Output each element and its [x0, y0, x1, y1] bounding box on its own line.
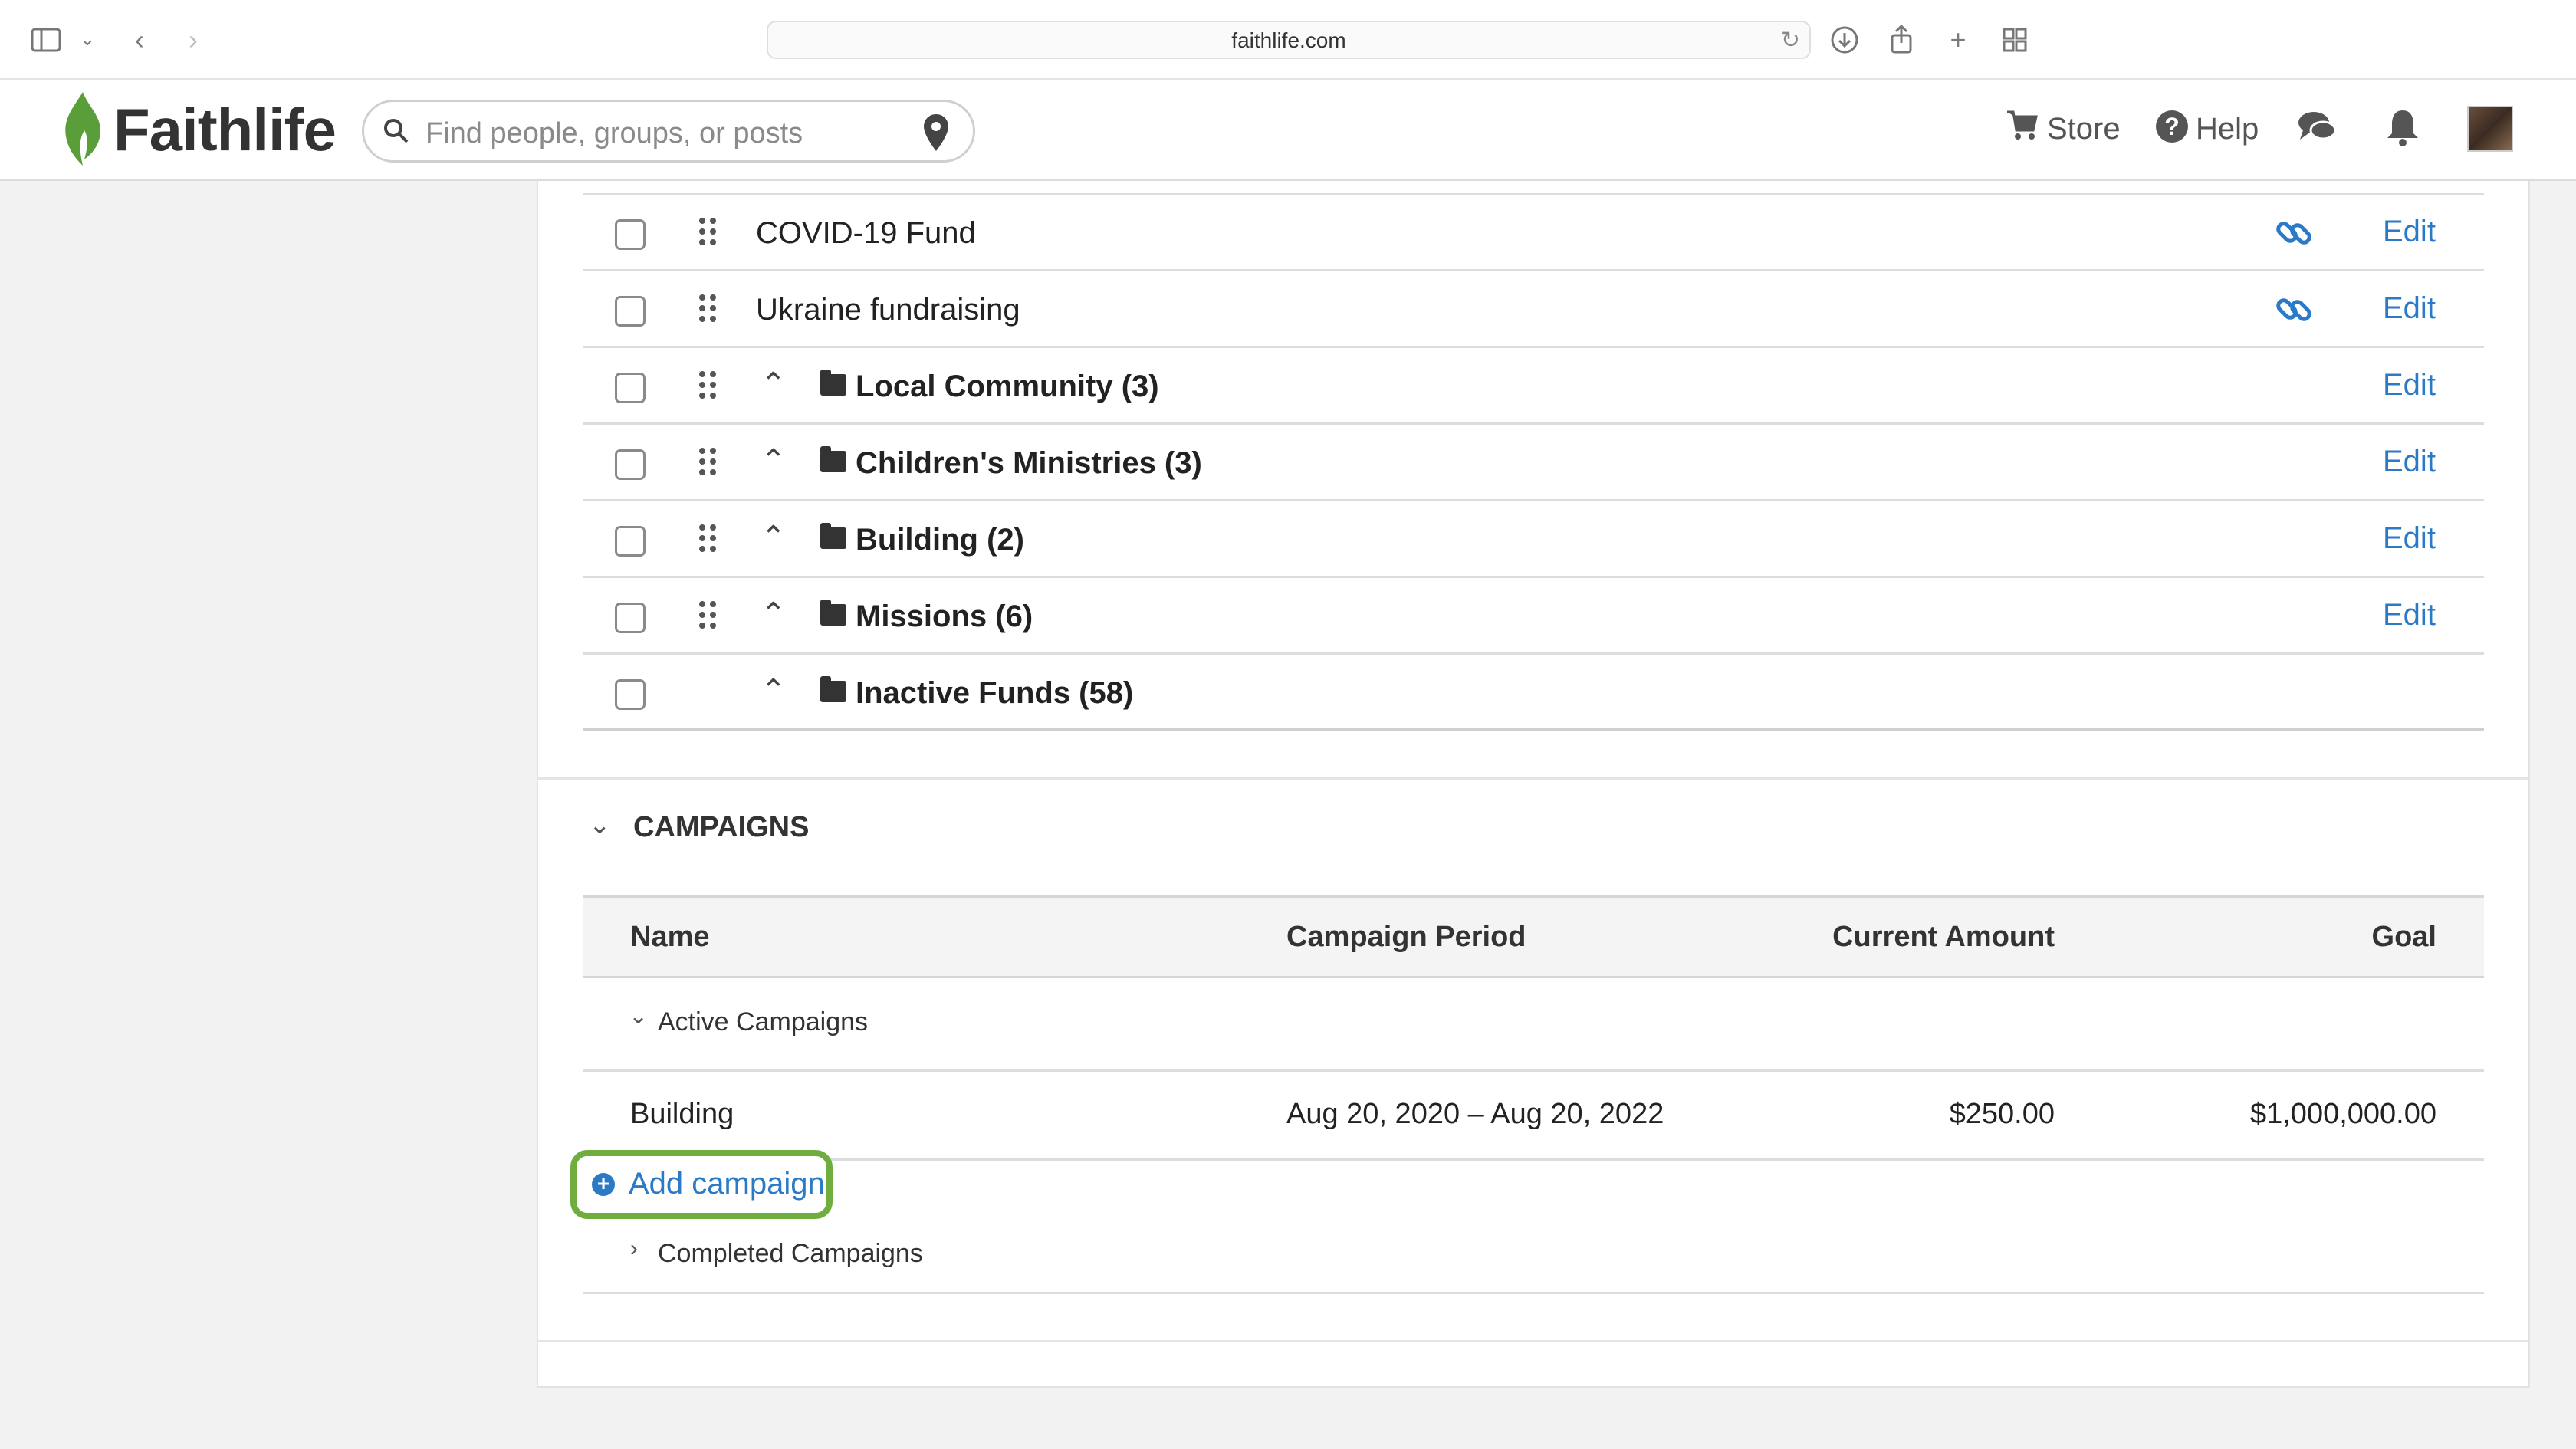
- folder-name[interactable]: Building (2): [856, 523, 1024, 557]
- column-header-goal[interactable]: Goal: [2372, 921, 2436, 954]
- add-campaign-label: Add campaign: [629, 1167, 825, 1201]
- fund-folder-row: ⌃ Local Community (3) Edit: [583, 348, 2484, 425]
- column-header-period[interactable]: Campaign Period: [1286, 921, 1526, 954]
- download-icon[interactable]: [1828, 23, 1861, 57]
- edit-link[interactable]: Edit: [2383, 598, 2436, 632]
- cart-icon[interactable]: [2006, 109, 2039, 146]
- row-checkbox[interactable]: [615, 296, 646, 327]
- store-link[interactable]: Store: [2047, 112, 2121, 146]
- campaign-current-amount: $250.00: [1949, 1098, 2055, 1130]
- link-icon[interactable]: [2272, 212, 2315, 255]
- sidebar-toggle-icon[interactable]: [29, 23, 63, 57]
- reload-icon[interactable]: ↻: [1781, 27, 1800, 54]
- campaign-period: Aug 20, 2020 – Aug 20, 2022: [1286, 1098, 1664, 1130]
- folder-icon: [820, 446, 846, 472]
- plus-circle-icon: +: [592, 1173, 615, 1196]
- edit-link[interactable]: Edit: [2383, 521, 2436, 556]
- row-checkbox[interactable]: [615, 679, 646, 710]
- fund-folder-row: ⌃ Building (2) Edit: [583, 501, 2484, 578]
- drag-handle-icon[interactable]: [699, 371, 718, 402]
- search-icon: [381, 116, 412, 150]
- edit-link[interactable]: Edit: [2383, 291, 2436, 326]
- table-row[interactable]: Building Aug 20, 2020 – Aug 20, 2022 $25…: [583, 1072, 2484, 1161]
- forward-icon[interactable]: ›: [176, 23, 210, 57]
- column-header-current-amount[interactable]: Current Amount: [1832, 921, 2055, 954]
- back-icon[interactable]: ‹: [123, 23, 156, 57]
- fund-row: Ukraine fundraising Edit: [583, 271, 2484, 348]
- row-checkbox[interactable]: [615, 373, 646, 403]
- group-label: Active Campaigns: [658, 1007, 869, 1037]
- messages-icon[interactable]: [2297, 109, 2337, 150]
- share-icon[interactable]: [1884, 23, 1918, 57]
- drag-handle-icon[interactable]: [699, 601, 718, 632]
- folder-icon: [820, 523, 846, 549]
- panel-divider: [537, 1340, 2530, 1342]
- row-checkbox[interactable]: [615, 219, 646, 250]
- row-checkbox[interactable]: [615, 449, 646, 480]
- url-text: faithlife.com: [1231, 28, 1346, 52]
- fund-row: COVID-19 Fund Edit: [583, 195, 2484, 271]
- folder-name[interactable]: Missions (6): [856, 600, 1033, 634]
- collapse-chevron-icon[interactable]: ⌃: [761, 596, 787, 632]
- folder-name[interactable]: Inactive Funds (58): [856, 676, 1133, 711]
- group-label: Completed Campaigns: [658, 1239, 923, 1268]
- logo-text[interactable]: Faithlife: [113, 95, 337, 165]
- link-icon[interactable]: [2272, 288, 2315, 331]
- browser-toolbar: ⌄ ‹ › faithlife.com ↻ +: [0, 0, 2576, 80]
- active-campaigns-group[interactable]: ⌄ Active Campaigns: [583, 978, 2484, 1072]
- completed-campaigns-group[interactable]: › Completed Campaigns: [583, 1219, 2484, 1294]
- help-link[interactable]: Help: [2196, 112, 2259, 146]
- collapse-chevron-icon[interactable]: ⌃: [761, 443, 787, 478]
- section-divider: [537, 777, 2530, 780]
- collapse-chevron-icon[interactable]: ⌃: [761, 520, 787, 555]
- address-bar[interactable]: faithlife.com ↻: [767, 21, 1811, 59]
- drag-handle-icon[interactable]: [699, 294, 718, 325]
- edit-link[interactable]: Edit: [2383, 215, 2436, 249]
- folder-name[interactable]: Local Community (3): [856, 370, 1159, 404]
- new-tab-icon[interactable]: +: [1941, 23, 1975, 57]
- campaigns-section-title[interactable]: CAMPAIGNS: [633, 811, 809, 844]
- folder-icon: [820, 600, 846, 626]
- faithlife-logo-icon[interactable]: [58, 90, 107, 171]
- chevron-right-icon: ›: [630, 1236, 638, 1261]
- campaign-name: Building: [630, 1098, 734, 1130]
- collapse-chevron-icon[interactable]: ⌃: [761, 673, 787, 708]
- drag-handle-icon[interactable]: [699, 218, 718, 248]
- campaigns-table-header: Name Campaign Period Current Amount Goal: [583, 895, 2484, 978]
- row-checkbox[interactable]: [615, 526, 646, 557]
- fund-name: Ukraine fundraising: [756, 293, 1020, 327]
- help-icon[interactable]: ?: [2156, 110, 2188, 143]
- drag-handle-icon[interactable]: [699, 524, 718, 555]
- folder-icon: [820, 676, 846, 702]
- fund-folder-row: ⌃ Missions (6) Edit: [583, 578, 2484, 655]
- campaign-goal: $1,000,000.00: [2249, 1098, 2436, 1130]
- site-header: Faithlife Find people, groups, or posts …: [0, 80, 2576, 181]
- edit-link[interactable]: Edit: [2383, 445, 2436, 479]
- search-placeholder: Find people, groups, or posts: [426, 117, 803, 150]
- column-header-name[interactable]: Name: [630, 921, 710, 954]
- chevron-down-icon: ⌄: [629, 1004, 649, 1029]
- fund-folder-row: ⌃ Inactive Funds (58): [583, 655, 2484, 731]
- section-chevron-down-icon[interactable]: ⌄: [589, 810, 611, 840]
- fund-folder-row: ⌃ Children's Ministries (3) Edit: [583, 425, 2484, 501]
- user-avatar[interactable]: [2467, 106, 2513, 152]
- search-input[interactable]: Find people, groups, or posts: [362, 100, 975, 163]
- folder-name[interactable]: Children's Ministries (3): [856, 446, 1202, 481]
- location-pin-icon[interactable]: [921, 113, 951, 156]
- collapse-chevron-icon[interactable]: ⌃: [761, 366, 787, 402]
- fund-name: COVID-19 Fund: [756, 216, 976, 250]
- folder-icon: [820, 370, 846, 396]
- notifications-bell-icon[interactable]: [2384, 107, 2421, 151]
- drag-handle-icon[interactable]: [699, 448, 718, 478]
- row-checkbox[interactable]: [615, 603, 646, 633]
- edit-link[interactable]: Edit: [2383, 368, 2436, 402]
- chevron-down-icon[interactable]: ⌄: [71, 23, 104, 57]
- add-campaign-button[interactable]: + Add campaign: [570, 1150, 833, 1219]
- tab-overview-icon[interactable]: [1998, 23, 2032, 57]
